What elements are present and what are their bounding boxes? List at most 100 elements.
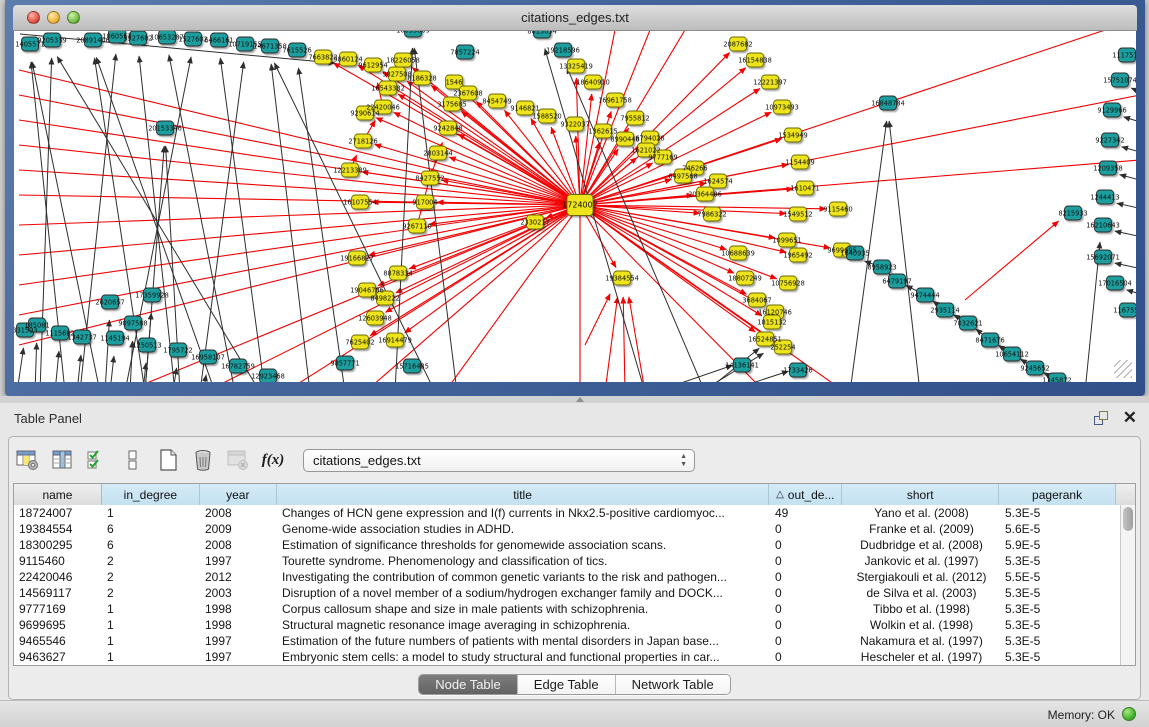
graph-node-label: 9242848 <box>433 124 462 132</box>
graph-node-label: 16210643 <box>1086 221 1120 229</box>
canvas-resize-grip[interactable] <box>1114 360 1132 378</box>
select-rows-icon[interactable] <box>85 447 111 473</box>
table-row[interactable]: 969969511998Structural magnetic resonanc… <box>14 617 1135 633</box>
graph-node-label: 12923468 <box>251 372 285 380</box>
table-row[interactable]: 911546021997Tourette syndrome. Phenomeno… <box>14 553 1135 569</box>
column-header-label: in_degree <box>124 488 177 502</box>
network-canvas[interactable]: 7663822986012496129541822605898275081654… <box>14 31 1136 382</box>
table-row[interactable]: 1938455462009Genome-wide association stu… <box>14 521 1135 537</box>
table-row[interactable]: 946554611997Estimation of the future num… <box>14 633 1135 649</box>
graph-edge[interactable] <box>580 31 1105 205</box>
graph-edge[interactable] <box>285 205 580 382</box>
graph-node-label: 9474444 <box>910 291 939 299</box>
splitter-handle-icon[interactable] <box>576 397 584 402</box>
graph-edge[interactable] <box>105 320 109 382</box>
tab-edge-table[interactable]: Edge Table <box>518 675 616 694</box>
graph-edge[interactable] <box>965 221 1059 300</box>
table-row[interactable]: 946362711997Embryonic stem cells: a mode… <box>14 649 1135 665</box>
cell-pagerank: 5.5E-5 <box>1000 570 1117 584</box>
graph-edge[interactable] <box>203 375 206 382</box>
graph-node-label: 1362615 <box>588 127 617 135</box>
graph-edge[interactable] <box>110 356 114 382</box>
graph-edge[interactable] <box>580 160 1136 205</box>
graph-edge[interactable] <box>35 343 37 382</box>
tab-node-table[interactable]: Node Table <box>419 675 518 694</box>
graph-edge[interactable] <box>605 297 618 382</box>
graph-edge[interactable] <box>1124 117 1136 124</box>
column-settings-icon[interactable] <box>15 447 41 473</box>
table-selector-value: citations_edges.txt <box>313 453 421 468</box>
table-row[interactable]: 977716911998Corpus callosum shape and si… <box>14 601 1135 617</box>
column-header-in_degree[interactable]: in_degree <box>102 484 200 505</box>
graph-edge[interactable] <box>19 95 580 205</box>
graph-edge[interactable] <box>55 351 59 382</box>
graph-edge[interactable] <box>77 355 81 382</box>
graph-edge[interactable] <box>580 205 777 279</box>
cell-short: de Silva et al. (2003) <box>843 586 1000 600</box>
graph-node-label: 18640910 <box>576 78 610 86</box>
table-row[interactable]: 2242004622012Investigating the contribut… <box>14 569 1135 585</box>
table-toolbar: f(x) citations_edges.txt ▲▼ <box>15 443 695 477</box>
graph-edge[interactable] <box>889 121 920 382</box>
column-header-year[interactable]: year <box>200 484 277 505</box>
column-header-title[interactable]: title <box>277 484 770 505</box>
graph-node-label: 7032621 <box>953 319 982 327</box>
graph-node-label: 1624574 <box>703 177 732 185</box>
graph-edge[interactable] <box>585 294 610 345</box>
table-row[interactable]: 1872400712008Changes of HCN gene express… <box>14 505 1135 521</box>
graph-edge[interactable] <box>629 297 645 382</box>
cell-title: Changes of HCN gene expression and I(f) … <box>277 506 770 520</box>
cell-name: 19384554 <box>14 522 102 536</box>
column-header-pagerank[interactable]: pagerank <box>999 484 1116 505</box>
graph-node-label: 8471676 <box>975 336 1004 344</box>
table-selector-dropdown[interactable]: citations_edges.txt ▲▼ <box>303 449 695 472</box>
show-columns-icon[interactable] <box>50 447 76 473</box>
graph-edge[interactable] <box>200 62 244 382</box>
graph-edge[interactable] <box>298 68 345 382</box>
cell-title: Disruption of a novel member of a sodium… <box>277 586 770 600</box>
graph-node-label: 19384554 <box>605 274 639 282</box>
network-window-titlebar[interactable]: citations_edges.txt <box>13 5 1137 31</box>
row-height-icon[interactable] <box>120 447 146 473</box>
graph-node-label: 7615526 <box>282 46 311 54</box>
cell-year: 1998 <box>200 618 277 632</box>
tab-network-table[interactable]: Network Table <box>616 675 730 694</box>
graph-edge[interactable] <box>1131 88 1136 95</box>
graph-edge[interactable] <box>19 205 580 345</box>
column-header-out_degree[interactable]: △out_de... <box>769 484 842 505</box>
close-icon[interactable]: ✕ <box>1123 410 1137 426</box>
cell-year: 2003 <box>200 586 277 600</box>
graph-edge[interactable] <box>580 205 845 382</box>
graph-edge[interactable] <box>1115 263 1136 270</box>
column-header-short[interactable]: short <box>842 484 999 505</box>
graph-edge[interactable] <box>725 371 789 382</box>
graph-edge[interactable] <box>1122 147 1136 154</box>
graph-node-label: 2718126 <box>348 137 377 145</box>
column-header-label: name <box>42 488 72 502</box>
cell-year: 1997 <box>200 634 277 648</box>
delete-rows-icon[interactable] <box>190 447 216 473</box>
float-window-icon[interactable] <box>1093 410 1109 426</box>
column-header-label: title <box>513 488 532 502</box>
scrollbar-thumb[interactable] <box>1123 507 1133 531</box>
memory-status-icon[interactable] <box>1122 707 1136 721</box>
graph-edge[interactable] <box>1127 290 1136 296</box>
graph-edge[interactable] <box>17 348 24 382</box>
graph-edge[interactable] <box>271 64 310 382</box>
panel-splitter[interactable] <box>0 396 1149 403</box>
column-header-name[interactable]: name <box>14 484 102 505</box>
graph-edge[interactable] <box>220 58 265 382</box>
graph-edge[interactable] <box>1115 231 1136 238</box>
graph-edge[interactable] <box>623 297 625 382</box>
graph-node-label: 1154409 <box>785 158 814 166</box>
graph-edge[interactable] <box>1117 203 1136 210</box>
graph-edge[interactable] <box>1120 175 1136 182</box>
table-row[interactable]: 1830029562008Estimation of significance … <box>14 537 1135 553</box>
new-table-icon[interactable] <box>155 447 181 473</box>
table-scrollbar[interactable] <box>1120 505 1135 666</box>
graph-node-label: 917004 <box>412 198 437 206</box>
graph-node-label: 1250513 <box>132 341 161 349</box>
cell-year: 2012 <box>200 570 277 584</box>
table-row[interactable]: 1456911722003Disruption of a novel membe… <box>14 585 1135 601</box>
function-builder-icon[interactable]: f(x) <box>260 447 286 473</box>
